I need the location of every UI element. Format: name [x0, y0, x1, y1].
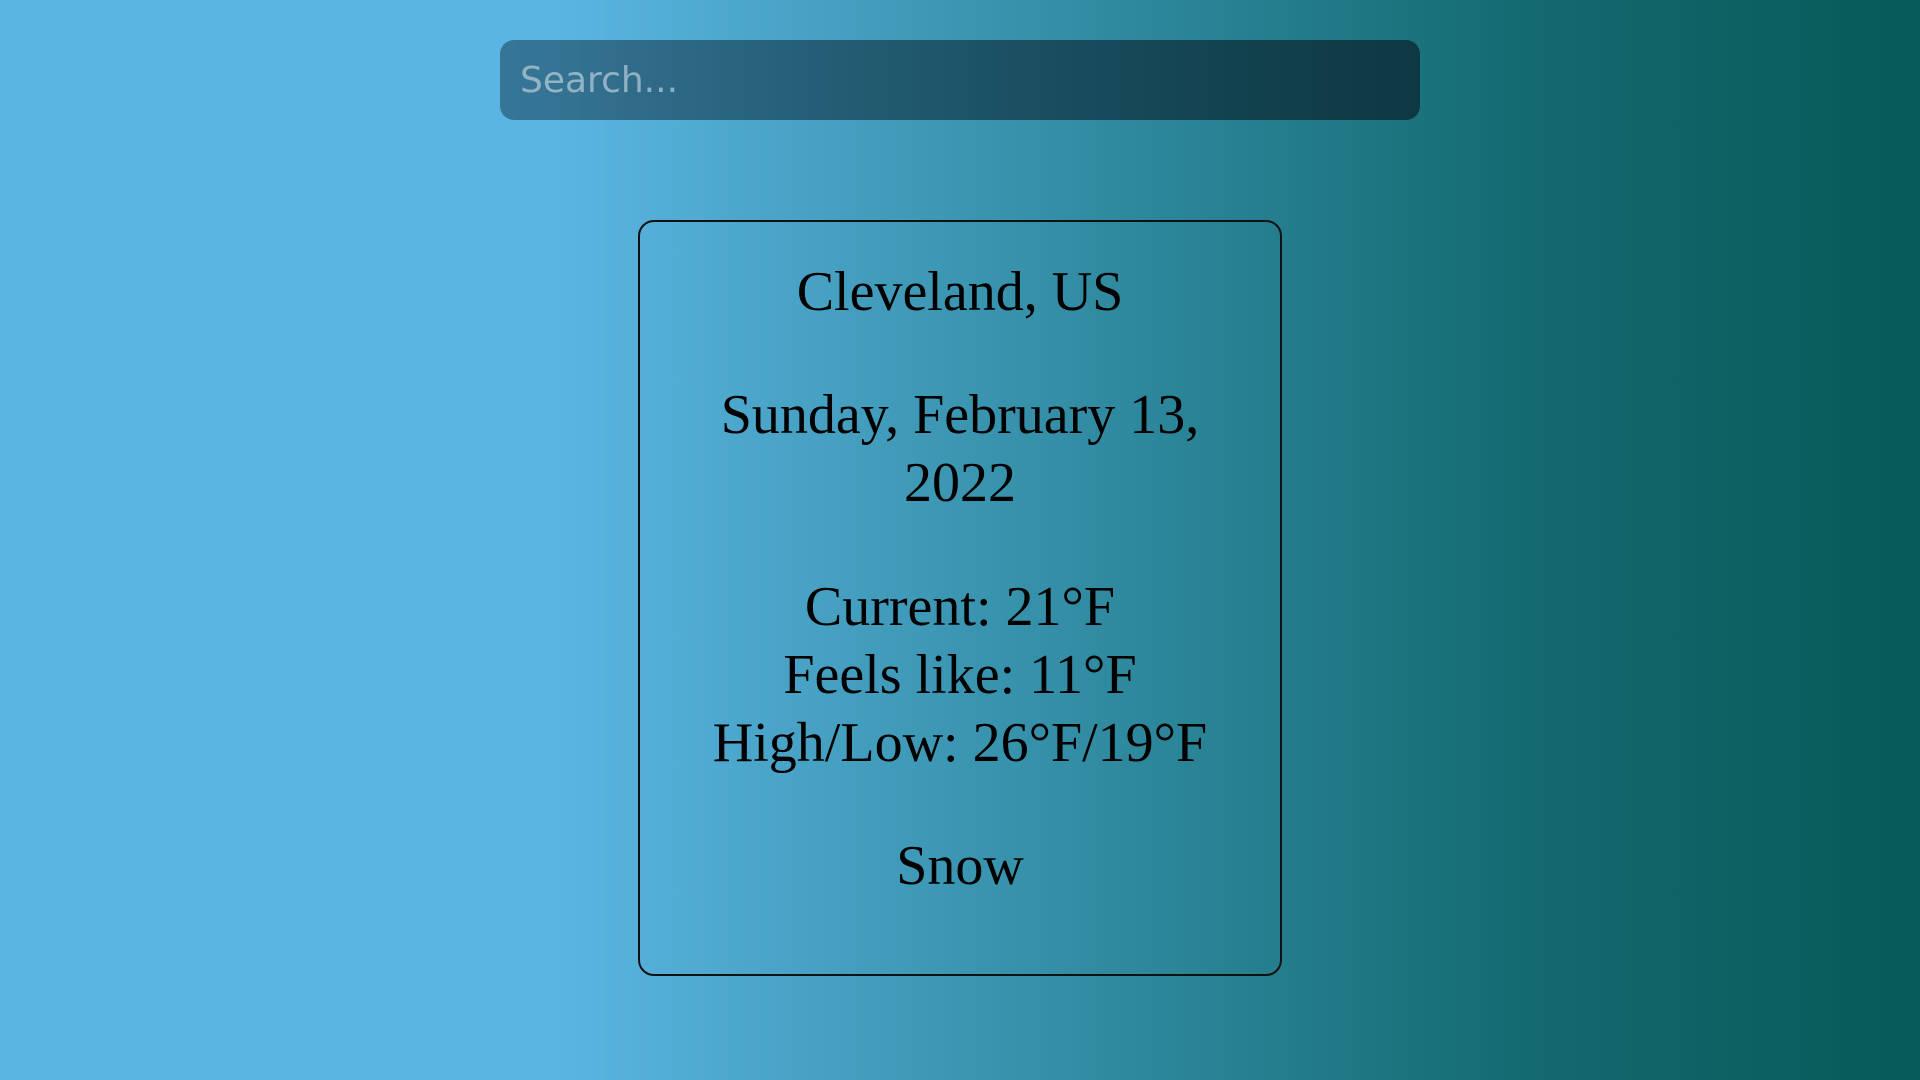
current-temperature: Current: 21°F: [804, 576, 1116, 638]
date-label: Sunday, February 13, 2022: [720, 384, 1200, 514]
feels-like-temperature: Feels like: 11°F: [783, 644, 1137, 706]
search-bar: [500, 40, 1420, 120]
search-input[interactable]: [500, 40, 1420, 120]
high-low-temperature: High/Low: 26°F/19°F: [712, 712, 1208, 774]
weather-condition: Snow: [896, 835, 1024, 897]
location-label: Cleveland, US: [796, 261, 1124, 323]
temperature-readings: Current: 21°F Feels like: 11°F High/Low:…: [640, 573, 1280, 777]
weather-card: Cleveland, US Sunday, February 13, 2022 …: [638, 220, 1282, 976]
